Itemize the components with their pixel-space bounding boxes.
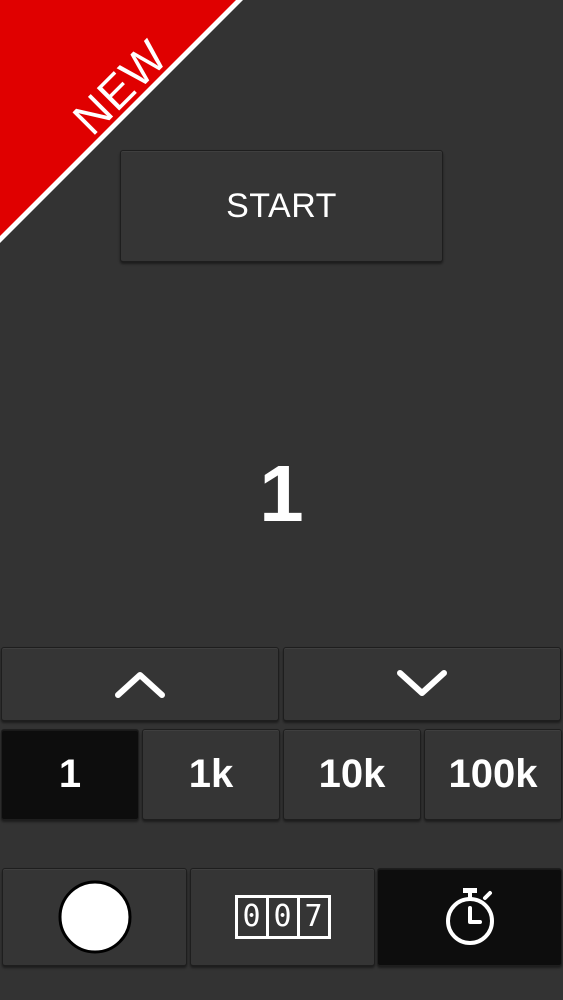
chevron-up-icon <box>115 672 165 698</box>
chevron-down-icon <box>397 670 447 696</box>
digital-counter-icon: 0 0 7 <box>234 895 331 939</box>
step-button-10k[interactable]: 10k <box>283 729 421 820</box>
step-button-1k[interactable]: 1k <box>142 729 280 820</box>
start-button-label: START <box>226 186 337 225</box>
counter-mode-button[interactable]: 0 0 7 <box>190 868 375 966</box>
stopwatch-icon <box>445 888 494 945</box>
counter-digit: 7 <box>304 899 323 934</box>
counter-value: 1 <box>259 449 304 538</box>
step-button-label: 10k <box>318 752 386 796</box>
step-button-100k[interactable]: 100k <box>424 729 562 820</box>
start-button[interactable]: START <box>120 150 443 262</box>
counter-digit: 0 <box>238 898 269 936</box>
stopwatch-mode-button[interactable] <box>377 868 562 966</box>
circle-mode-button[interactable] <box>2 868 187 966</box>
step-button-label: 100k <box>448 752 538 796</box>
step-button-1[interactable]: 1 <box>1 729 139 820</box>
decrement-button[interactable] <box>283 647 561 721</box>
step-button-label: 1k <box>188 752 234 796</box>
step-button-label: 1 <box>58 752 82 796</box>
counter-digit: 0 <box>269 898 300 936</box>
circle-icon <box>58 880 131 954</box>
increment-button[interactable] <box>1 647 279 721</box>
